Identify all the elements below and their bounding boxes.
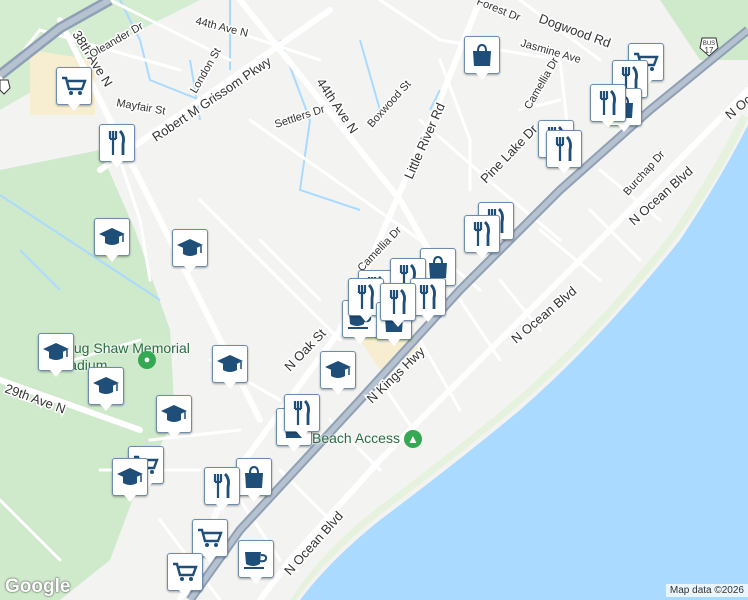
restaurant-marker[interactable] <box>464 215 500 259</box>
cafe-marker[interactable] <box>238 540 274 584</box>
school-marker[interactable] <box>156 395 192 439</box>
google-logo: Google <box>5 576 71 597</box>
graduation-cap-icon <box>93 377 119 394</box>
road-label: 44th Ave N <box>194 15 249 40</box>
shopping-cart-icon <box>198 528 223 547</box>
fork-knife-icon <box>213 473 230 498</box>
shopping-bag-icon <box>429 255 447 278</box>
grocery-marker[interactable] <box>192 519 228 563</box>
school-marker[interactable] <box>112 458 148 502</box>
road-label: Forest Dr <box>475 0 522 24</box>
restaurant-marker[interactable] <box>380 283 416 327</box>
map-attribution[interactable]: Map data ©2026 <box>665 584 748 597</box>
school-marker[interactable] <box>38 333 74 377</box>
stadium-icon: ● <box>138 351 156 369</box>
fork-knife-icon <box>599 90 616 115</box>
graduation-cap-icon <box>177 239 203 256</box>
fork-knife-icon <box>108 130 125 155</box>
beach-access-text: Beach Access <box>312 430 400 446</box>
restaurant-marker[interactable] <box>546 130 582 174</box>
graduation-cap-icon <box>43 343 69 360</box>
shopping-bag-icon <box>245 465 263 488</box>
grocery-marker[interactable] <box>167 553 203 597</box>
restaurant-marker[interactable] <box>284 394 320 438</box>
fork-knife-icon <box>473 221 490 246</box>
shopping-marker[interactable] <box>236 458 272 502</box>
graduation-cap-icon <box>161 405 187 422</box>
restaurant-marker[interactable] <box>590 84 626 128</box>
school-marker[interactable] <box>212 345 248 389</box>
fork-knife-icon <box>555 136 572 161</box>
road-label: Little River Rd <box>401 101 448 182</box>
school-marker[interactable] <box>172 229 208 273</box>
fork-knife-icon <box>293 400 310 425</box>
road-label: Pine Lake Dr <box>477 121 540 186</box>
shopping-marker[interactable] <box>464 36 500 80</box>
tree-icon: ▲ <box>404 430 422 448</box>
fork-knife-icon <box>357 284 374 309</box>
us-highway-shield-number: 17 <box>705 46 714 55</box>
graduation-cap-icon <box>217 355 243 372</box>
ocean <box>300 125 748 600</box>
school-marker[interactable] <box>320 351 356 395</box>
beach-access-label: Beach Access <box>312 430 400 446</box>
restaurant-marker[interactable] <box>99 124 135 168</box>
restaurant-marker[interactable] <box>204 467 240 511</box>
graduation-cap-icon <box>99 228 125 245</box>
school-marker[interactable] <box>94 218 130 262</box>
shopping-cart-icon <box>62 76 87 95</box>
road-label: Settlers Dr <box>273 103 326 131</box>
shopping-cart-icon <box>173 562 198 581</box>
fork-knife-icon <box>389 289 406 314</box>
graduation-cap-icon <box>117 468 143 485</box>
school-marker[interactable] <box>88 367 124 411</box>
coffee-cup-icon <box>244 552 268 569</box>
graduation-cap-icon <box>325 361 351 378</box>
grocery-marker[interactable] <box>56 67 92 111</box>
road-label: Mayfair St <box>115 97 166 117</box>
fork-knife-icon <box>419 284 436 309</box>
map[interactable]: 44th Ave N 38th Ave N Oleander Dr London… <box>0 0 748 600</box>
shopping-bag-icon <box>473 43 491 66</box>
